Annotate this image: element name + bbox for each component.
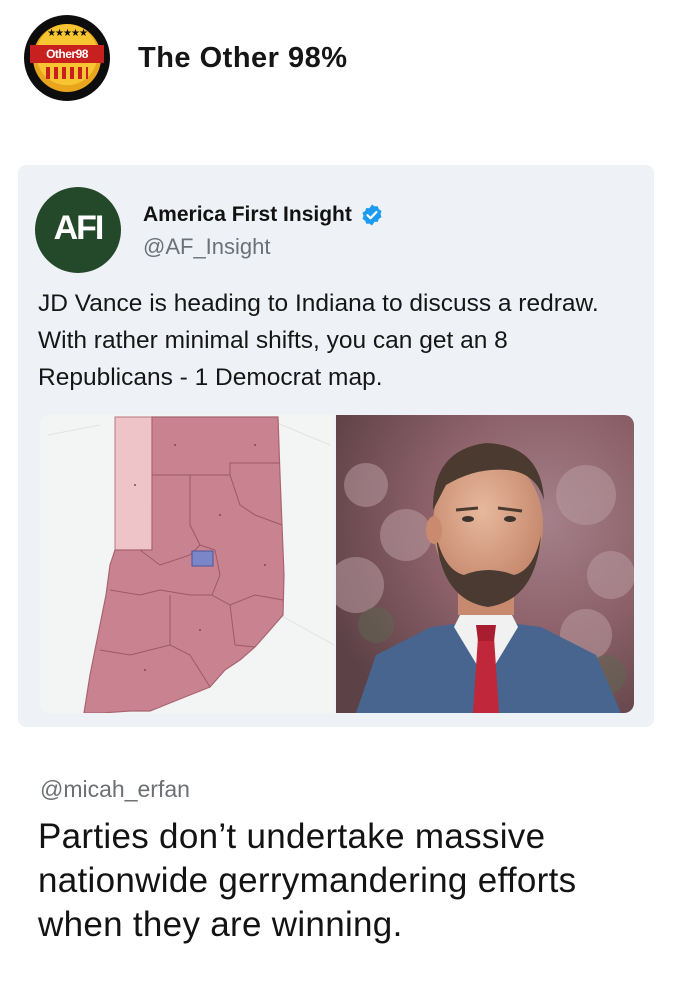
quoted-post-card[interactable]: AFI America First Insight @AF_Insight JD… xyxy=(18,165,654,727)
reply-text: Parties don’t undertake massive nationwi… xyxy=(38,817,577,944)
indiana-map-graphic xyxy=(40,415,334,713)
verified-badge-icon xyxy=(362,204,382,226)
district-democrat xyxy=(191,550,214,567)
logo-stars: ★★★★★ xyxy=(47,28,88,39)
reply-handle[interactable]: @micah_erfan xyxy=(40,776,190,803)
portrait-image xyxy=(336,415,634,713)
afi-avatar[interactable]: AFI xyxy=(35,187,121,273)
account-name-row: America First Insight xyxy=(143,203,384,227)
other98-logo[interactable]: ★★★★★ Other98 xyxy=(24,15,110,101)
post-header: ★★★★★ Other98 The Other 98% xyxy=(24,14,348,102)
district-light xyxy=(114,416,153,551)
post-media[interactable] xyxy=(40,415,634,713)
account-info: America First Insight @AF_Insight xyxy=(143,203,384,260)
logo-stripes xyxy=(46,67,88,79)
quoted-post-header: AFI America First Insight @AF_Insight xyxy=(35,187,384,273)
account-name[interactable]: The Other 98% xyxy=(138,42,348,75)
quoted-account-name[interactable]: America First Insight xyxy=(143,203,352,227)
logo-label: Other98 xyxy=(30,45,104,63)
quoted-post-text: JD Vance is heading to Indiana to discus… xyxy=(38,290,599,391)
quoted-account-handle[interactable]: @AF_Insight xyxy=(143,234,384,260)
jd-vance-photo[interactable] xyxy=(336,415,634,713)
indiana-district-map[interactable] xyxy=(40,415,334,713)
afi-avatar-text: AFI xyxy=(53,209,105,247)
